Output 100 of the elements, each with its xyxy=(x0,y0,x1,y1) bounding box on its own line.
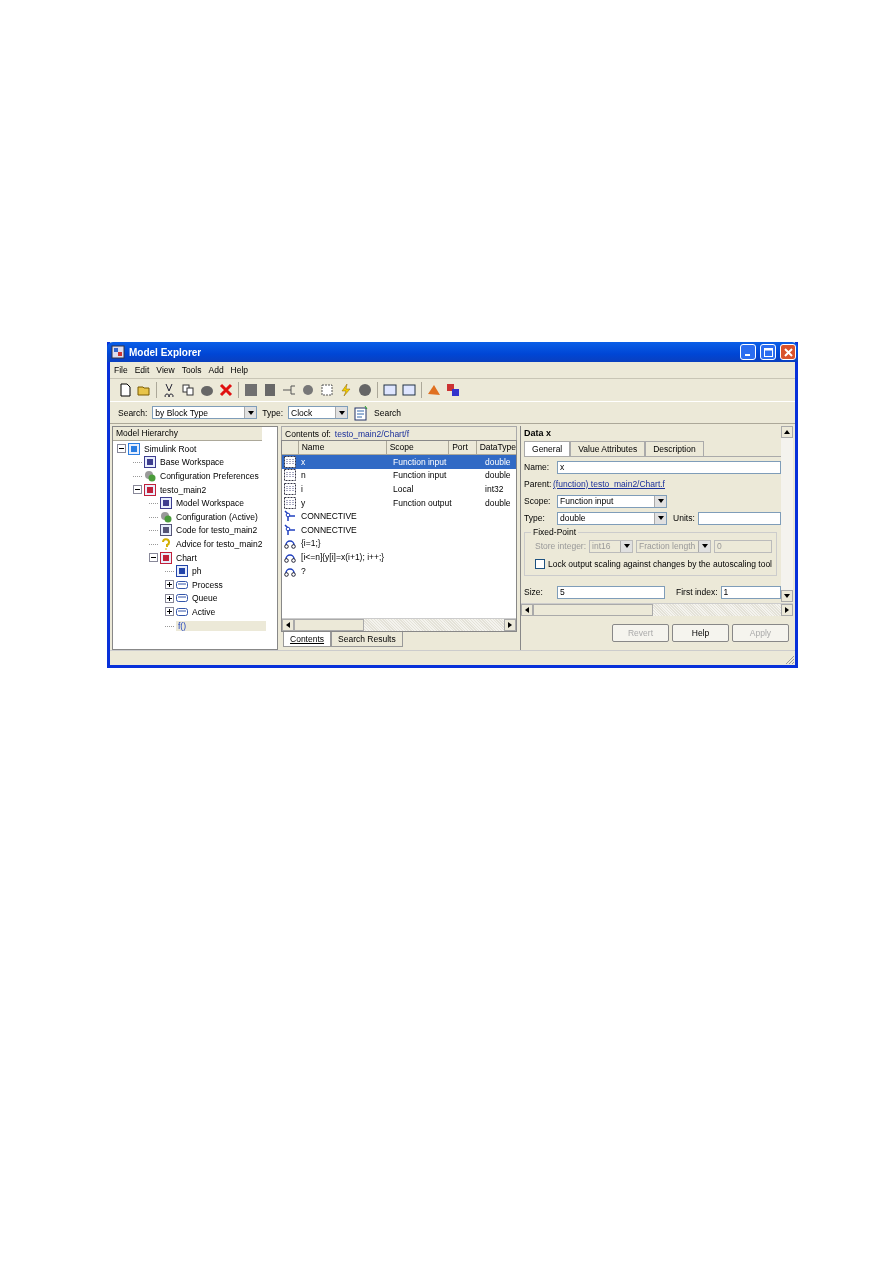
tree-item[interactable]: Active xyxy=(190,606,218,617)
node-icon xyxy=(176,565,188,578)
caret-icon xyxy=(701,544,708,548)
node-icon xyxy=(160,551,172,564)
name-field[interactable]: x xyxy=(557,460,781,474)
scope-cell: Function input xyxy=(393,456,447,467)
tree-item[interactable]: Model Workspace xyxy=(174,498,246,509)
table-row[interactable]: [i<=n]{y[i]=x(i+1); i++;} xyxy=(282,550,516,564)
node-icon xyxy=(176,578,188,591)
node-icon xyxy=(128,442,140,455)
toolbar-icon[interactable] xyxy=(446,383,460,397)
scroll-down-icon xyxy=(784,594,790,598)
expander-icon[interactable] xyxy=(165,593,174,603)
name-cell-text: y xyxy=(300,497,307,508)
menu-item[interactable]: Edit xyxy=(134,365,150,375)
lock-scaling-label: Lock output scaling against changes by the autoscaling tool xyxy=(548,559,772,569)
tree-item[interactable]: Chart xyxy=(174,552,199,563)
table-row[interactable]: n Function input double xyxy=(282,468,516,483)
column-header[interactable]: Name xyxy=(297,441,386,454)
panel-header: Model Hierarchy xyxy=(113,427,262,441)
menu-item[interactable]: File xyxy=(114,365,128,375)
dialog-button[interactable]: Help xyxy=(672,624,729,642)
menu-item[interactable]: Help xyxy=(230,365,249,375)
contents-label: Contents of: xyxy=(285,428,331,439)
node-icon xyxy=(160,497,172,510)
vertical-scrollbar[interactable] xyxy=(781,426,793,602)
expander-icon[interactable] xyxy=(165,580,174,590)
minimize-button[interactable] xyxy=(740,344,756,360)
first-index-field[interactable]: 1 xyxy=(720,585,781,599)
tree-item[interactable]: f() xyxy=(176,620,267,631)
tab[interactable]: Contents xyxy=(283,632,332,647)
transition-icon xyxy=(284,537,296,550)
horizontal-scrollbar[interactable] xyxy=(282,618,516,631)
horizontal-scrollbar[interactable] xyxy=(521,603,793,616)
toolbar-icon[interactable] xyxy=(181,383,195,397)
table-row[interactable]: y Function output double xyxy=(282,495,516,510)
type-dropdown[interactable]: Clock xyxy=(288,406,349,419)
expander-icon[interactable] xyxy=(117,444,126,454)
contents-path: testo_main2/Chart/f xyxy=(334,428,410,439)
node-icon xyxy=(144,470,156,482)
tab[interactable]: Search Results xyxy=(331,632,403,647)
tab[interactable]: General xyxy=(524,441,571,456)
parent-link[interactable]: (function) testo_main2/Chart.f xyxy=(553,479,665,489)
tree-item[interactable]: Queue xyxy=(190,593,220,604)
toolbar-icon[interactable] xyxy=(118,383,132,397)
menu-item[interactable]: Add xyxy=(208,365,224,375)
tree-item[interactable]: Process xyxy=(190,579,225,590)
size-field[interactable]: 5 xyxy=(557,585,665,599)
datatype-cell: double xyxy=(485,470,511,481)
units-field[interactable] xyxy=(697,511,781,525)
resize-grip-icon xyxy=(785,655,795,665)
name-cell-text: n xyxy=(300,470,307,481)
search-by-dropdown[interactable]: by Block Type xyxy=(152,406,258,419)
tree-item[interactable]: Advice for testo_main2 xyxy=(174,538,265,549)
menu-item[interactable]: Tools xyxy=(181,365,202,375)
scope-cell: Function output xyxy=(393,497,452,508)
units-label: Units: xyxy=(672,513,695,523)
toolbar-icon[interactable] xyxy=(358,383,372,397)
dialog-title: Data x xyxy=(524,428,553,438)
type-label: Type: xyxy=(262,407,284,418)
table-row[interactable]: ? xyxy=(282,563,516,578)
search-icon[interactable] xyxy=(353,404,370,421)
tree-item[interactable]: Configuration (Active) xyxy=(174,511,260,522)
expander-icon[interactable] xyxy=(165,607,174,617)
data-icon xyxy=(284,469,296,482)
column-header[interactable]: Scope xyxy=(385,441,449,454)
name-label: Name: xyxy=(524,462,551,472)
close-button[interactable] xyxy=(780,344,796,360)
column-header[interactable]: DataType xyxy=(475,441,516,454)
tree-item[interactable]: testo_main2 xyxy=(158,484,209,495)
table-row[interactable]: {i=1;} xyxy=(282,536,516,551)
scope-dropdown[interactable]: Function input xyxy=(557,494,667,508)
tree-item[interactable]: Simulink Root xyxy=(142,443,199,454)
scroll-right-icon xyxy=(508,622,512,628)
menu-item[interactable]: View xyxy=(156,365,175,375)
toolbar-icon[interactable] xyxy=(200,383,214,397)
table-row[interactable]: CONNECTIVE xyxy=(282,509,516,523)
expander-icon[interactable] xyxy=(133,485,142,495)
tree-item[interactable]: Code for testo_main2 xyxy=(174,525,260,536)
tab[interactable]: Description xyxy=(645,441,704,456)
tree-item[interactable]: Configuration Preferences xyxy=(158,471,261,481)
table-row[interactable]: x Function input double xyxy=(282,455,516,469)
node-icon xyxy=(144,483,156,496)
maximize-button[interactable] xyxy=(760,344,776,360)
expander-icon[interactable] xyxy=(149,553,158,563)
table-row[interactable]: i Local int32 xyxy=(282,482,516,496)
toolbar-icon[interactable] xyxy=(162,383,176,397)
delete-icon[interactable] xyxy=(219,383,233,397)
tree-item[interactable]: ph xyxy=(190,566,204,577)
type-dropdown[interactable]: double xyxy=(557,511,667,525)
node-icon xyxy=(160,510,172,523)
toolbar-icon[interactable] xyxy=(263,383,277,397)
tab[interactable]: Value Attributes xyxy=(570,441,646,456)
search-button[interactable]: Search xyxy=(374,407,402,418)
column-header[interactable]: Port xyxy=(448,441,476,454)
table-row[interactable]: CONNECTIVE xyxy=(282,522,516,537)
tree-item[interactable]: Base Workspace xyxy=(158,457,227,468)
scope-cell: Local xyxy=(393,484,414,494)
scope-cell: Function input xyxy=(393,470,447,481)
caret-icon xyxy=(657,516,664,520)
